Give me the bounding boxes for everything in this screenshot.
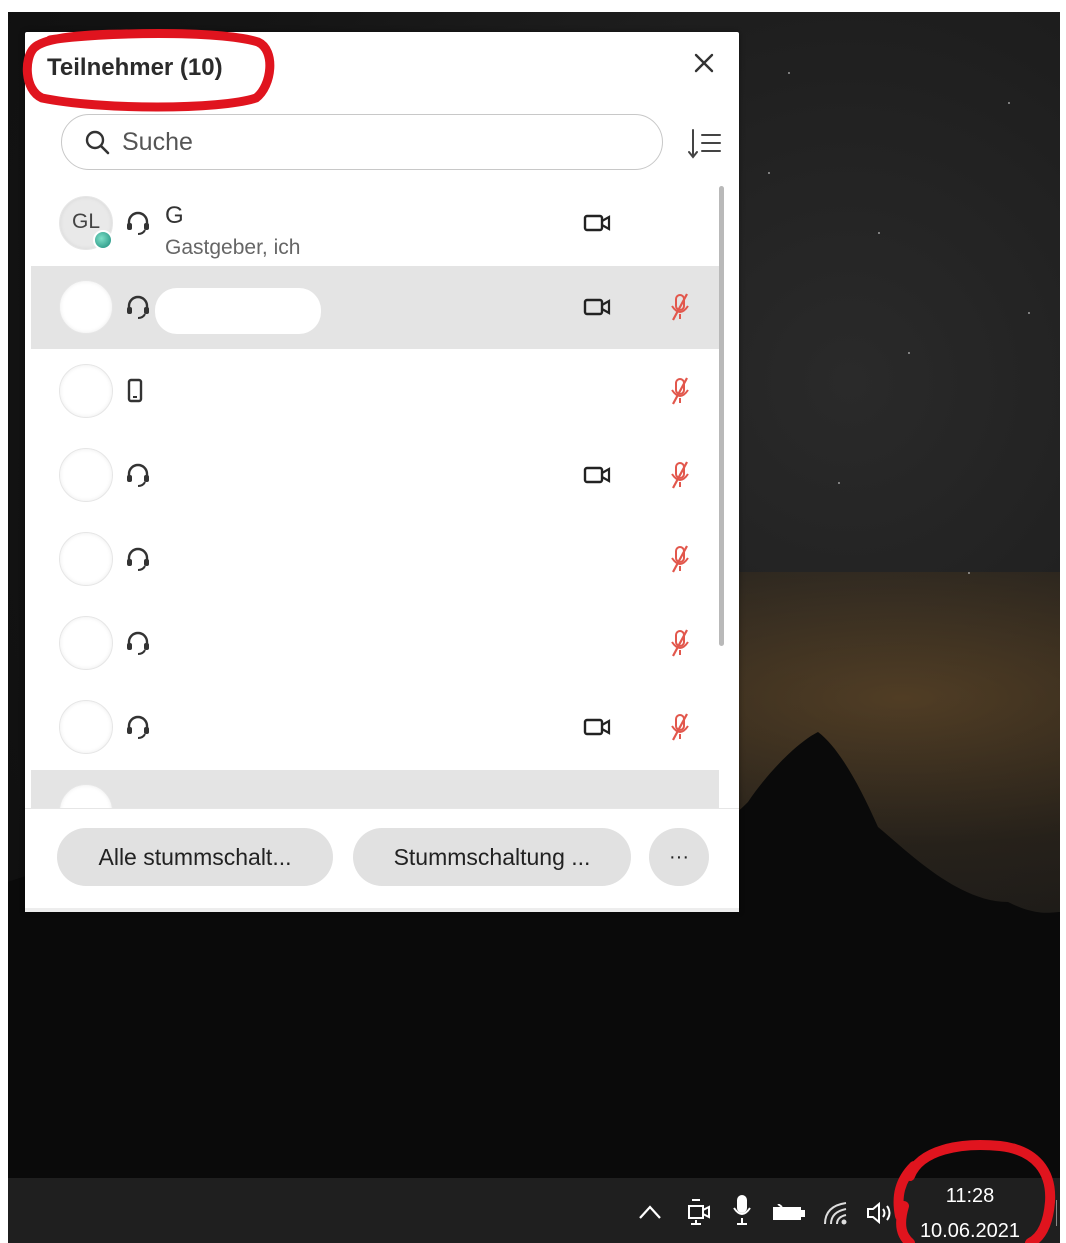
- divider: [25, 908, 739, 912]
- participant-row[interactable]: [31, 686, 719, 769]
- avatar: [59, 532, 113, 586]
- unmute-button[interactable]: Stummschaltung ...: [353, 828, 631, 886]
- participant-role: Gastgeber, ich: [165, 236, 301, 259]
- phone-icon: [125, 378, 145, 409]
- participant-row[interactable]: [31, 518, 719, 601]
- star: [878, 232, 880, 234]
- avatar: [59, 364, 113, 418]
- panel-title: Teilnehmer (10): [47, 54, 223, 81]
- star: [1028, 312, 1030, 314]
- participant-name: G: [165, 202, 184, 229]
- muted-mic-icon[interactable]: [667, 376, 693, 411]
- star: [838, 482, 840, 484]
- headset-icon: [125, 294, 151, 325]
- speaker-icon[interactable]: [866, 1202, 894, 1224]
- video-icon[interactable]: [583, 296, 611, 323]
- show-desktop-button[interactable]: [1056, 1200, 1057, 1226]
- participant-row[interactable]: [31, 602, 719, 685]
- star: [908, 352, 910, 354]
- clock-time[interactable]: 11:28: [940, 1185, 1000, 1208]
- star: [788, 72, 790, 74]
- avatar: [59, 784, 113, 808]
- redacted-name: [155, 288, 321, 334]
- headset-icon: [125, 630, 151, 661]
- avatar: [59, 700, 113, 754]
- headset-icon: [125, 210, 151, 241]
- avatar: [59, 448, 113, 502]
- search-input[interactable]: [120, 125, 624, 159]
- avatar: [59, 616, 113, 670]
- participant-row[interactable]: [31, 770, 719, 808]
- close-icon: [694, 53, 714, 73]
- video-icon[interactable]: [583, 716, 611, 743]
- presence-indicator: [93, 230, 113, 250]
- participants-panel: Teilnehmer (10) GLGGastgeber, ich Alle s…: [25, 32, 739, 912]
- microphone-icon[interactable]: [733, 1194, 751, 1226]
- star: [968, 572, 970, 574]
- search-field[interactable]: [61, 114, 663, 170]
- avatar: [59, 280, 113, 334]
- scrollbar[interactable]: [719, 182, 725, 808]
- close-button[interactable]: [693, 50, 715, 80]
- muted-mic-icon[interactable]: [667, 544, 693, 579]
- video-icon[interactable]: [583, 464, 611, 491]
- chevron-up-icon[interactable]: [638, 1204, 662, 1220]
- video-icon[interactable]: [583, 212, 611, 239]
- muted-mic-icon[interactable]: [667, 460, 693, 495]
- participant-row[interactable]: GL G Gastgeber, ich: [31, 182, 719, 265]
- headset-icon: [125, 462, 151, 493]
- participant-row[interactable]: [31, 266, 719, 349]
- sort-icon[interactable]: [688, 127, 722, 161]
- muted-mic-icon[interactable]: [667, 712, 693, 747]
- participant-list: GL G Gastgeber, ich: [31, 182, 719, 808]
- star: [768, 172, 770, 174]
- participant-row[interactable]: [31, 434, 719, 517]
- star: [1008, 102, 1010, 104]
- meeting-icon[interactable]: [686, 1198, 712, 1226]
- taskbar: 11:28 10.06.2021: [8, 1178, 1060, 1243]
- scrollbar-thumb[interactable]: [719, 186, 724, 646]
- muted-mic-icon[interactable]: [667, 628, 693, 663]
- muted-mic-icon[interactable]: [667, 292, 693, 327]
- wifi-icon[interactable]: [822, 1200, 850, 1226]
- participant-row[interactable]: [31, 350, 719, 433]
- headset-icon: [125, 714, 151, 745]
- more-options-button[interactable]: ···: [649, 828, 709, 886]
- search-icon: [85, 130, 110, 155]
- battery-icon[interactable]: [772, 1204, 806, 1222]
- headset-icon: [125, 546, 151, 577]
- mute-all-button[interactable]: Alle stummschalt...: [57, 828, 333, 886]
- divider: [25, 808, 739, 809]
- clock-date[interactable]: 10.06.2021: [914, 1220, 1026, 1243]
